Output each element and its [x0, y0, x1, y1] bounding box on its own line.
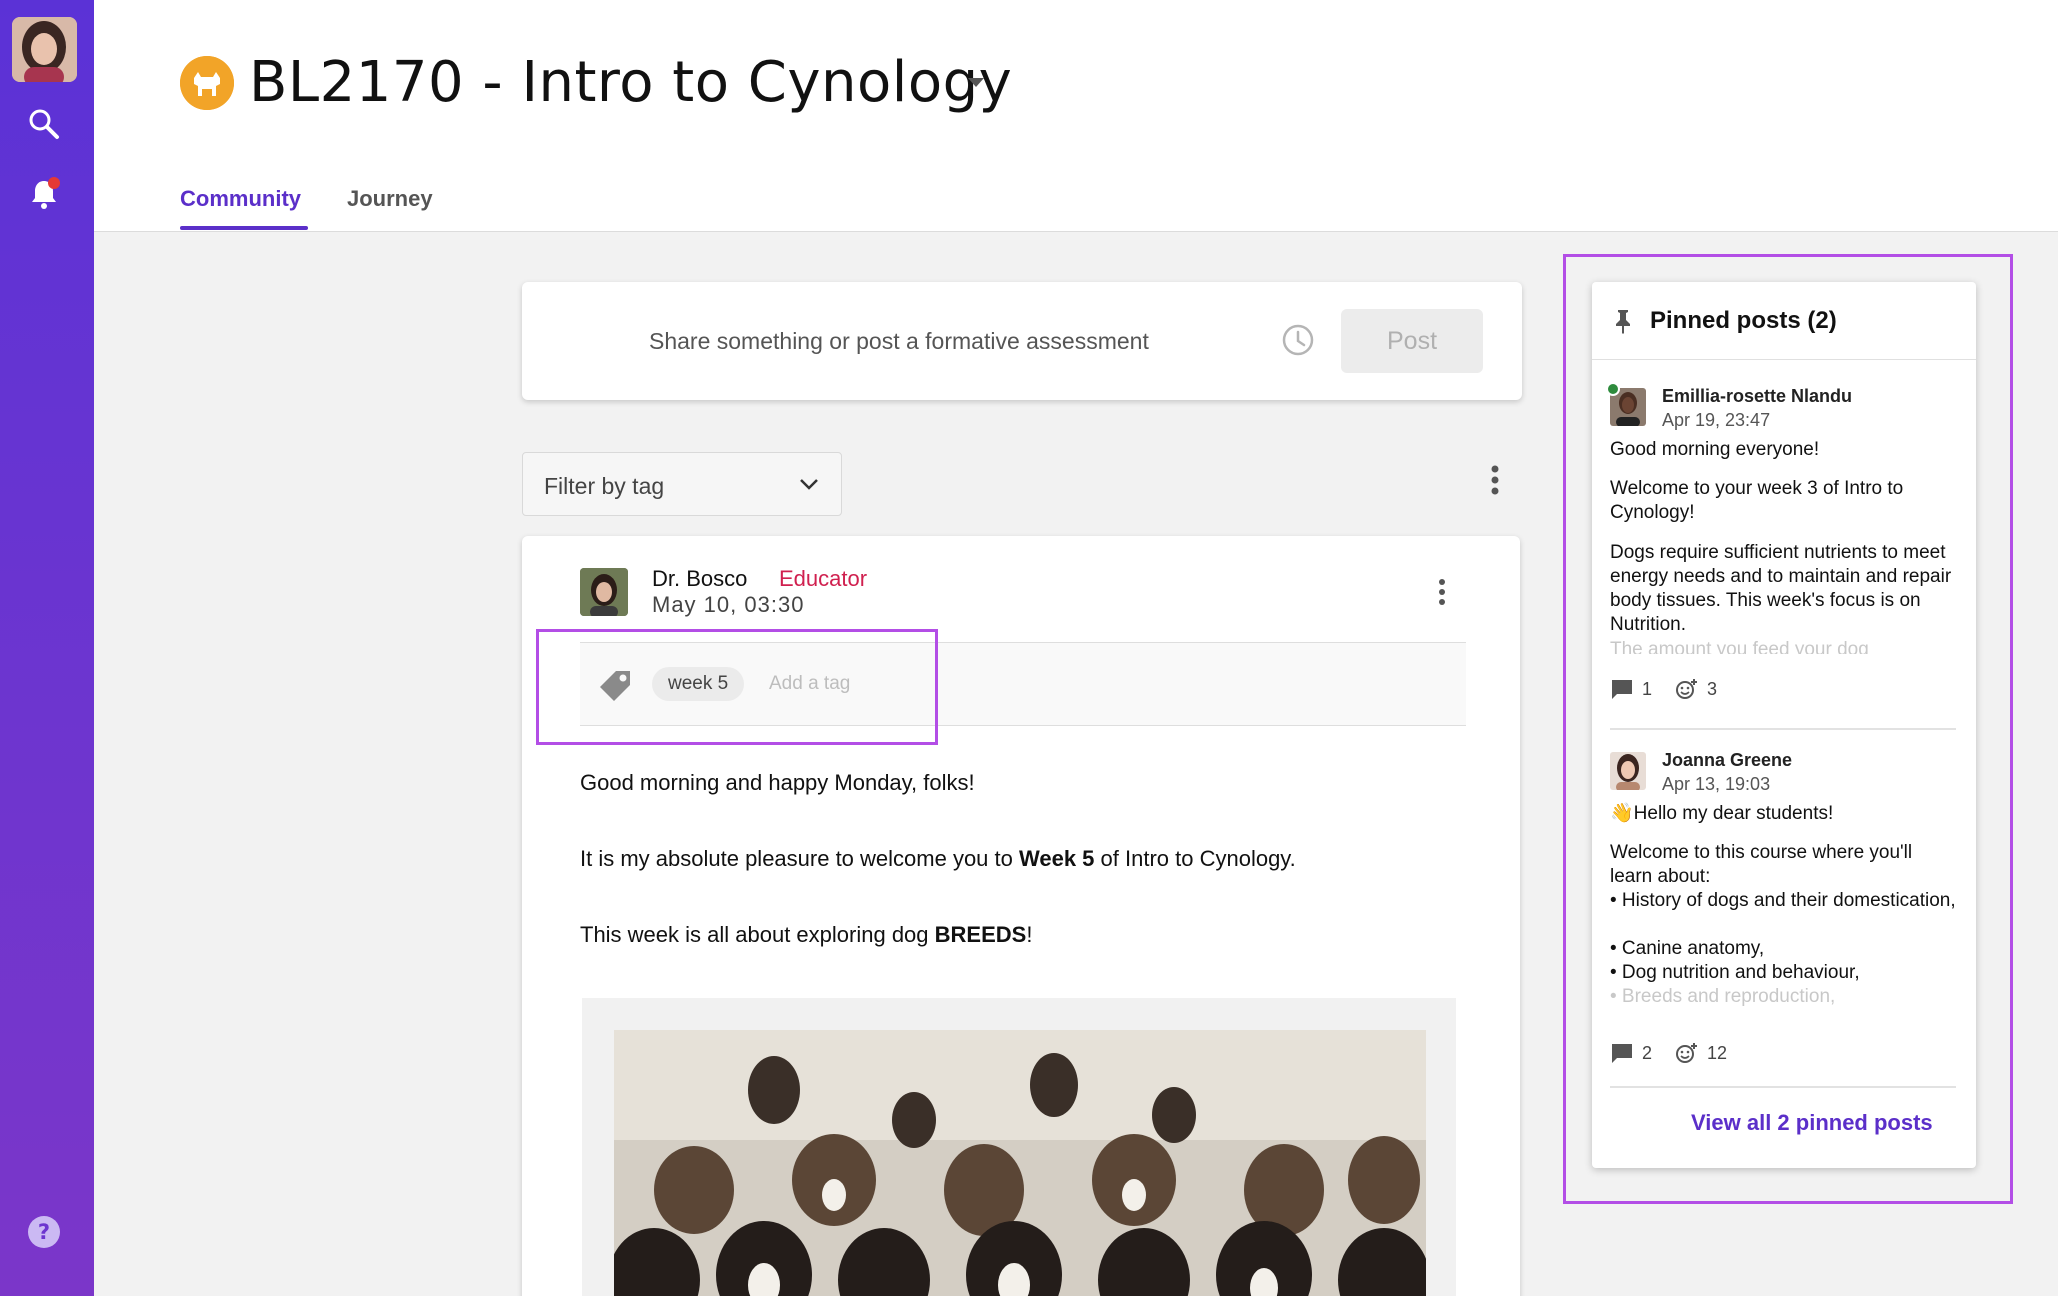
post-paragraph: Good morning and happy Monday, folks! [580, 770, 975, 795]
course-header: BL2170 - Intro to Cynology Community Jou… [94, 0, 2058, 232]
post-options-kebab-icon[interactable] [1430, 576, 1454, 608]
pinned-posts-title: Pinned posts (2) [1650, 307, 1837, 334]
course-title: BL2170 - Intro to Cynology [249, 50, 1013, 115]
pinned-author-name[interactable]: Joanna Greene [1662, 750, 1792, 771]
chevron-down-icon [799, 477, 819, 491]
pinned-post-line: The amount you feed your dog [1610, 639, 1869, 654]
post-card: Dr. Bosco Educator May 10, 03:30 week 5 … [522, 536, 1520, 1296]
online-status-dot [1606, 382, 1620, 396]
pinned-post-line: • Breeds and reproduction, [1610, 986, 1836, 1007]
course-dog-logo-icon [180, 56, 234, 110]
comment-count: 2 [1642, 1042, 1653, 1063]
post-date: May 10, 03:30 [652, 592, 805, 617]
filter-label: Filter by tag [544, 473, 665, 499]
bell-icon[interactable] [26, 176, 62, 212]
comment-icon [1610, 678, 1634, 700]
schedule-clock-icon[interactable] [1280, 322, 1316, 358]
divider [1610, 728, 1956, 730]
post-paragraph: It is my absolute pleasure to welcome yo… [580, 846, 1296, 871]
tag-chip[interactable]: week 5 [652, 667, 745, 701]
divider [1610, 1086, 1956, 1088]
pinned-post-line: • Dog nutrition and behaviour, [1610, 962, 1860, 983]
pinned-post-date: Apr 13, 19:03 [1662, 774, 1771, 794]
post-author-name[interactable]: Dr. Bosco [652, 566, 747, 592]
post-paragraph: This week is all about exploring dog BRE… [580, 922, 1033, 947]
active-tab-indicator [180, 226, 308, 230]
comment-icon [1610, 1042, 1634, 1064]
tab-community[interactable]: Community [180, 186, 301, 212]
author-avatar[interactable] [580, 568, 628, 616]
feed-options-kebab-icon[interactable] [1483, 462, 1507, 498]
tag-icon [596, 665, 636, 705]
pinned-post-stats: 1 3 [1610, 678, 1735, 700]
svg-text:?: ? [38, 1220, 50, 1244]
help-icon[interactable]: ? [26, 1214, 62, 1250]
pinned-posts-panel: Pinned posts (2) Emillia-rosette Nlandu … [1592, 282, 1976, 1168]
pinned-post-line: Good morning everyone! [1610, 439, 1820, 460]
search-icon[interactable] [26, 106, 62, 142]
pinned-post-line: • History of dogs and their domesticatio… [1610, 890, 1956, 911]
add-reaction-icon[interactable] [1675, 678, 1699, 700]
pin-icon [1612, 308, 1634, 334]
post-button[interactable]: Post [1341, 309, 1483, 373]
dogs-photo[interactable] [614, 1030, 1426, 1296]
pinned-post-line: Welcome to your week 3 of Intro to Cynol… [1610, 478, 1904, 523]
view-all-pinned-link[interactable]: View all 2 pinned posts [1691, 1110, 1933, 1136]
post-composer[interactable]: Share something or post a formative asse… [522, 282, 1522, 400]
pinned-post-stats: 2 12 [1610, 1042, 1745, 1064]
tag-bar: week 5 Add a tag [580, 642, 1466, 726]
pinned-post-line: • Canine anatomy, [1610, 938, 1765, 959]
pinned-posts-header: Pinned posts (2) [1592, 282, 1976, 360]
reaction-count: 3 [1707, 678, 1718, 699]
tab-journey[interactable]: Journey [347, 186, 433, 212]
pinned-author-name[interactable]: Emillia-rosette Nlandu [1662, 386, 1852, 407]
educator-badge: Educator [779, 566, 868, 591]
author-avatar[interactable] [1610, 752, 1646, 790]
comment-count: 1 [1642, 678, 1653, 699]
pinned-post-date: Apr 19, 23:47 [1662, 410, 1771, 430]
pinned-post-line: Dogs require sufficient nutrients to mee… [1610, 542, 1952, 635]
sidebar: ? [0, 0, 94, 1296]
pinned-post-line: 👋Hello my dear students! [1610, 803, 1834, 824]
post-image-container [582, 998, 1456, 1296]
filter-by-tag-select[interactable]: Filter by tag [522, 452, 842, 516]
add-reaction-icon[interactable] [1675, 1042, 1699, 1064]
course-switch-caret-icon[interactable] [968, 78, 984, 87]
user-avatar[interactable] [12, 17, 77, 82]
pinned-post-line: Welcome to this course where you'll lear… [1610, 842, 1913, 887]
composer-placeholder[interactable]: Share something or post a formative asse… [649, 328, 1149, 355]
add-tag-input[interactable]: Add a tag [769, 673, 850, 695]
reaction-count: 12 [1707, 1042, 1728, 1063]
